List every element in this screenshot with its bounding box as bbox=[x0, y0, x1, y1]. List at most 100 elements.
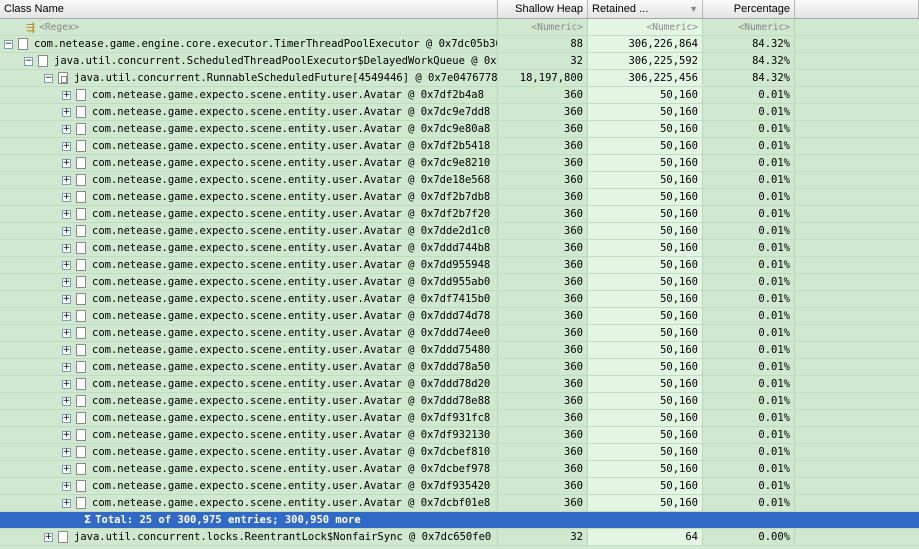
expand-icon[interactable]: + bbox=[62, 294, 71, 304]
row-filler bbox=[795, 274, 919, 290]
table-row[interactable]: − java.util.concurrent.RunnableScheduledF… bbox=[0, 70, 919, 87]
shallow-heap-cell: 360 bbox=[498, 393, 588, 409]
table-row[interactable]: + com.netease.game.expecto.scene.entity.u… bbox=[0, 223, 919, 240]
class-name: com.netease.game.expecto.scene.entity.us… bbox=[92, 122, 491, 135]
total-row[interactable]: Σ Total: 25 of 300,975 entries; 300,950 … bbox=[0, 512, 919, 529]
shallow-heap-cell: 360 bbox=[498, 206, 588, 222]
retained-filter-input[interactable]: <Numeric> bbox=[588, 19, 703, 35]
expand-icon[interactable]: + bbox=[62, 124, 71, 134]
collapse-icon[interactable]: − bbox=[44, 73, 53, 83]
expand-icon[interactable]: + bbox=[62, 260, 71, 270]
collapse-icon[interactable]: − bbox=[24, 56, 33, 66]
retained-heap-cell: 50,160 bbox=[588, 461, 703, 477]
shallow-heap-cell: 18,197,800 bbox=[498, 70, 588, 86]
table-row[interactable]: + com.netease.game.expecto.scene.entity.u… bbox=[0, 87, 919, 104]
table-row[interactable]: + com.netease.game.expecto.scene.entity.u… bbox=[0, 189, 919, 206]
table-row[interactable]: − com.netease.game.engine.core.executor.T… bbox=[0, 36, 919, 53]
row-filler bbox=[795, 359, 919, 375]
expand-icon[interactable]: + bbox=[62, 277, 71, 287]
class-name: com.netease.game.expecto.scene.entity.us… bbox=[92, 224, 491, 237]
table-row[interactable]: + com.netease.game.expecto.scene.entity.u… bbox=[0, 240, 919, 257]
table-row[interactable]: + com.netease.game.expecto.scene.entity.u… bbox=[0, 308, 919, 325]
expand-icon[interactable]: + bbox=[62, 362, 71, 372]
table-row[interactable]: + com.netease.game.expecto.scene.entity.u… bbox=[0, 138, 919, 155]
expand-icon[interactable]: + bbox=[62, 243, 71, 253]
expand-icon[interactable]: + bbox=[62, 209, 71, 219]
total-percentage-cell bbox=[703, 512, 795, 528]
expand-icon[interactable]: + bbox=[62, 175, 71, 185]
table-row[interactable]: + com.netease.game.expecto.scene.entity.u… bbox=[0, 121, 919, 138]
row-filler bbox=[795, 70, 919, 86]
expand-icon[interactable]: + bbox=[62, 345, 71, 355]
object-icon bbox=[76, 395, 86, 407]
percentage-cell: 0.01% bbox=[703, 257, 795, 273]
column-header-class-name[interactable]: Class Name bbox=[0, 0, 498, 18]
class-name: com.netease.game.expecto.scene.entity.us… bbox=[92, 105, 491, 118]
table-row[interactable]: + com.netease.game.expecto.scene.entity.u… bbox=[0, 206, 919, 223]
class-name-cell: − java.util.concurrent.RunnableScheduledF… bbox=[0, 70, 498, 86]
object-icon bbox=[18, 38, 28, 50]
table-row[interactable]: + com.netease.game.expecto.scene.entity.u… bbox=[0, 172, 919, 189]
percentage-cell: 0.01% bbox=[703, 308, 795, 324]
object-icon bbox=[76, 378, 86, 390]
expand-icon[interactable]: + bbox=[44, 532, 53, 542]
expand-icon[interactable]: + bbox=[62, 396, 71, 406]
expand-icon[interactable]: + bbox=[62, 447, 71, 457]
column-header-shallow-heap[interactable]: Shallow Heap bbox=[498, 0, 588, 18]
expand-icon[interactable]: + bbox=[62, 90, 71, 100]
column-header-retained-heap[interactable]: Retained ... ▼ bbox=[588, 0, 703, 18]
table-row[interactable]: + com.netease.game.expecto.scene.entity.u… bbox=[0, 393, 919, 410]
expand-icon[interactable]: + bbox=[62, 311, 71, 321]
shallow-heap-cell: 360 bbox=[498, 121, 588, 137]
object-icon bbox=[76, 344, 86, 356]
expand-icon[interactable]: + bbox=[62, 141, 71, 151]
table-row[interactable]: + com.netease.game.expecto.scene.entity.u… bbox=[0, 376, 919, 393]
collapse-icon[interactable]: − bbox=[4, 39, 13, 49]
table-row[interactable]: + com.netease.game.expecto.scene.entity.u… bbox=[0, 155, 919, 172]
table-row[interactable]: + com.netease.game.expecto.scene.entity.u… bbox=[0, 257, 919, 274]
table-row[interactable]: + com.netease.game.expecto.scene.entity.u… bbox=[0, 104, 919, 121]
class-name: java.util.concurrent.ScheduledThreadPool… bbox=[54, 54, 498, 67]
table-row[interactable]: − java.util.concurrent.ScheduledThreadPoo… bbox=[0, 53, 919, 70]
shallow-heap-cell: 360 bbox=[498, 274, 588, 290]
expand-icon[interactable]: + bbox=[62, 226, 71, 236]
percentage-filter-input[interactable]: <Numeric> bbox=[703, 19, 795, 35]
regex-filter-input[interactable]: <Regex> bbox=[39, 19, 79, 35]
table-row[interactable]: + com.netease.game.expecto.scene.entity.u… bbox=[0, 274, 919, 291]
percentage-cell: 0.01% bbox=[703, 291, 795, 307]
table-row[interactable]: + com.netease.game.expecto.scene.entity.u… bbox=[0, 359, 919, 376]
table-row[interactable]: + com.netease.game.expecto.scene.entity.u… bbox=[0, 478, 919, 495]
expand-icon[interactable]: + bbox=[62, 379, 71, 389]
expand-icon[interactable]: + bbox=[62, 481, 71, 491]
table-row[interactable]: + com.netease.game.expecto.scene.entity.u… bbox=[0, 291, 919, 308]
table-row[interactable]: + com.netease.game.expecto.scene.entity.u… bbox=[0, 444, 919, 461]
table-row[interactable]: + com.netease.game.expecto.scene.entity.u… bbox=[0, 427, 919, 444]
regex-filter-cell[interactable]: ⇶ <Regex> bbox=[0, 19, 498, 35]
expand-icon[interactable]: + bbox=[62, 430, 71, 440]
table-row[interactable]: + com.netease.game.expecto.scene.entity.u… bbox=[0, 325, 919, 342]
class-name: com.netease.game.expecto.scene.entity.us… bbox=[92, 462, 491, 475]
table-row[interactable]: + java.util.concurrent.locks.ReentrantLo… bbox=[0, 529, 919, 546]
expand-icon[interactable]: + bbox=[62, 107, 71, 117]
shallow-heap-cell: 360 bbox=[498, 461, 588, 477]
retained-heap-cell: 50,160 bbox=[588, 359, 703, 375]
object-icon bbox=[58, 531, 68, 543]
expand-icon[interactable]: + bbox=[62, 498, 71, 508]
table-row[interactable]: + com.netease.game.expecto.scene.entity.u… bbox=[0, 495, 919, 512]
shallow-heap-cell: 360 bbox=[498, 478, 588, 494]
shallow-filter-input[interactable]: <Numeric> bbox=[498, 19, 588, 35]
table-row[interactable]: + com.netease.game.expecto.scene.entity.u… bbox=[0, 342, 919, 359]
expand-icon[interactable]: + bbox=[62, 464, 71, 474]
expand-icon[interactable]: + bbox=[62, 413, 71, 423]
row-filler bbox=[795, 410, 919, 426]
expand-icon[interactable]: + bbox=[62, 192, 71, 202]
expand-icon[interactable]: + bbox=[62, 328, 71, 338]
shallow-heap-cell: 360 bbox=[498, 444, 588, 460]
table-row[interactable]: + com.netease.game.expecto.scene.entity.u… bbox=[0, 410, 919, 427]
percentage-cell: 0.01% bbox=[703, 138, 795, 154]
shallow-heap-cell: 88 bbox=[498, 36, 588, 52]
table-row[interactable]: + com.netease.game.expecto.scene.entity.u… bbox=[0, 461, 919, 478]
column-header-percentage[interactable]: Percentage bbox=[703, 0, 795, 18]
retained-heap-cell: 50,160 bbox=[588, 223, 703, 239]
expand-icon[interactable]: + bbox=[62, 158, 71, 168]
